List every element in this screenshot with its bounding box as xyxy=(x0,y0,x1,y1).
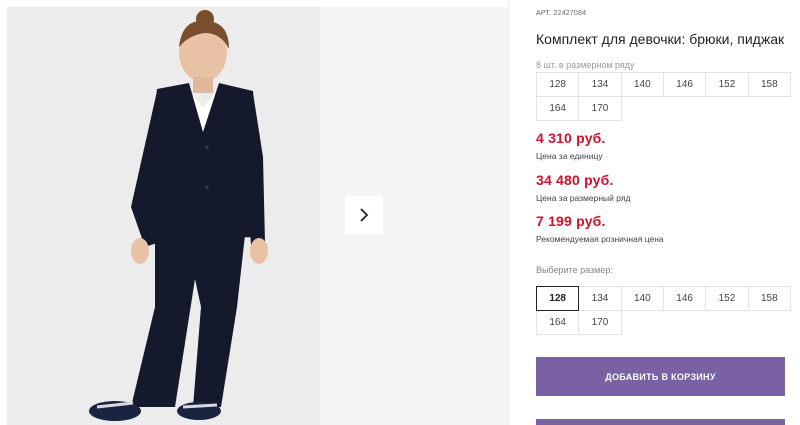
size-option[interactable]: 170 xyxy=(578,310,622,335)
size-option[interactable]: 164 xyxy=(536,310,580,335)
size-option[interactable]: 134 xyxy=(578,286,622,311)
unit-price: 4 310 руб. xyxy=(536,130,606,146)
size-option[interactable]: 140 xyxy=(620,286,664,311)
size-option[interactable]: 146 xyxy=(662,286,707,311)
sku-prefix: АРТ. xyxy=(536,10,552,17)
sku-value: 22427084 xyxy=(553,10,587,17)
next-image-button[interactable] xyxy=(345,196,383,234)
chevron-right-icon xyxy=(360,208,369,222)
pack-size-cell: 146 xyxy=(662,72,707,97)
pack-size-cell: 134 xyxy=(578,72,622,97)
size-selector: 128 134 140 146 152 158 164 170 xyxy=(536,286,791,335)
pack-size-grid: 128 134 140 146 152 158 164 170 xyxy=(536,72,791,121)
pack-note: 8 шт. в размерном ряду xyxy=(536,60,635,70)
retail-price-label: Рекомендуемая розничная цена xyxy=(536,234,664,244)
retail-price: 7 199 руб. xyxy=(536,213,606,229)
product-gallery xyxy=(0,0,508,425)
pack-size-cell: 158 xyxy=(747,72,791,97)
pack-price: 34 480 руб. xyxy=(536,172,614,188)
size-select-label: Выберите размер: xyxy=(536,265,613,275)
size-option[interactable]: 152 xyxy=(705,286,749,311)
unit-price-label: Цена за единицу xyxy=(536,151,603,161)
pack-size-cell: 128 xyxy=(536,72,580,97)
add-to-cart-button[interactable]: ДОБАВИТЬ В КОРЗИНУ xyxy=(536,357,785,396)
secondary-action-button[interactable] xyxy=(536,419,785,425)
pack-price-label: Цена за размерный ряд xyxy=(536,193,631,203)
product-photo[interactable] xyxy=(7,7,320,425)
size-option-selected[interactable]: 128 xyxy=(536,286,580,311)
product-title: Комплект для девочки: брюки, пиджак xyxy=(536,31,785,47)
girl-in-school-suit-photo xyxy=(7,7,320,425)
pack-size-cell: 152 xyxy=(705,72,749,97)
pack-size-cell: 170 xyxy=(578,96,622,121)
column-divider xyxy=(508,0,509,425)
pack-size-cell: 140 xyxy=(620,72,664,97)
sku-line: АРТ. 22427084 xyxy=(536,10,586,17)
size-option[interactable]: 158 xyxy=(747,286,791,311)
pack-size-cell: 164 xyxy=(536,96,580,121)
